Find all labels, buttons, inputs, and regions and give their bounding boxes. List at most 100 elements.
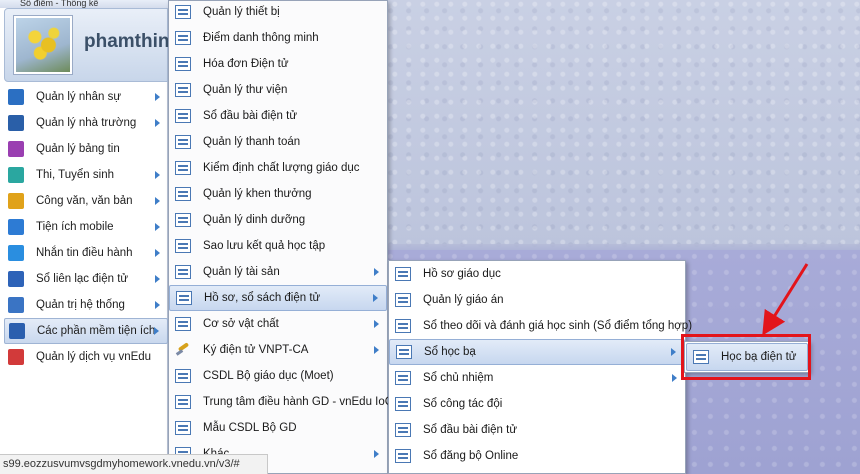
news-icon: [8, 141, 24, 157]
submenu1-item-8[interactable]: Quản lý dinh dưỡng: [169, 207, 387, 233]
nav-item-4[interactable]: Công văn, văn bản: [4, 188, 168, 214]
submenu1-item-12[interactable]: Cơ sở vật chất: [169, 311, 387, 337]
submenu2-item-4[interactable]: Sổ chủ nhiệm: [389, 365, 685, 391]
form-list-icon: [175, 5, 191, 19]
top-tab-strip: Số điểm - Thống kê: [0, 0, 168, 8]
nav-item-1[interactable]: Quản lý nhà trường: [4, 110, 168, 136]
submenu1-item-label: CSDL Bộ giáo dục (Moet): [203, 370, 334, 382]
submenu1-item-14[interactable]: CSDL Bộ giáo dục (Moet): [169, 363, 387, 389]
submenu-electronic-records: Hồ sơ giáo dục Quản lý giáo án Sổ theo dõi…: [388, 260, 692, 474]
nav-item-label: Tiện ích mobile: [36, 221, 114, 233]
nav-item-2[interactable]: Quản lý bảng tin: [4, 136, 168, 162]
submenu1-item-0[interactable]: Quản lý thiết bị: [169, 0, 387, 25]
chevron-right-icon: [671, 348, 676, 356]
nav-item-5[interactable]: Tiện ích mobile: [4, 214, 168, 240]
nav-item-label: Thi, Tuyển sinh: [36, 169, 114, 181]
submenu1-item-label: Kiểm định chất lượng giáo dục: [203, 162, 360, 174]
nav-item-label: Quản lý nhân sự: [36, 91, 122, 103]
submenu2-item-label: Sổ theo dõi và đánh giá học sinh (Sổ điể…: [423, 320, 693, 332]
browser-status-bar: s99.eozzusvumvsgdmyhomework.vnedu.vn/v3/…: [0, 454, 268, 474]
form-list-icon: [395, 267, 411, 281]
submenu1-item-label: Quản lý thiết bị: [203, 6, 280, 18]
chevron-right-icon: [374, 268, 379, 276]
service-icon: [8, 349, 24, 365]
chevron-right-icon: [155, 197, 160, 205]
annotation-highlight-box: [681, 334, 811, 380]
exam-icon: [8, 167, 24, 183]
mobile-icon: [8, 219, 24, 235]
submenu2-item-label: Quản lý giáo án: [423, 294, 504, 306]
form-list-icon: [175, 109, 191, 123]
nav-item-0[interactable]: Quản lý nhân sự: [4, 84, 168, 110]
submenu1-item-label: Điểm danh thông minh: [203, 32, 319, 44]
status-url: s99.eozzusvumvsgdmyhomework.vnedu.vn/v3/…: [3, 458, 240, 470]
submenu1-item-2[interactable]: Hóa đơn Điện tử: [169, 51, 387, 77]
submenu2-item-label: Sổ học bạ: [424, 346, 476, 358]
chevron-right-icon: [373, 294, 378, 302]
left-navigation-panel: Số điểm - Thống kê phamthin Quản lý nhân…: [0, 0, 169, 474]
form-list-icon: [396, 345, 412, 359]
chevron-right-icon: [155, 249, 160, 257]
chevron-right-icon: [155, 275, 160, 283]
submenu1-item-16[interactable]: Mẫu CSDL Bộ GD: [169, 415, 387, 441]
form-list-icon: [395, 423, 411, 437]
submenu1-item-3[interactable]: Quản lý thư viện: [169, 77, 387, 103]
submenu2-item-6[interactable]: Sổ đầu bài điện tử: [389, 417, 685, 443]
contact-book-icon: [8, 271, 24, 287]
submenu1-item-label: Quản lý thư viện: [203, 84, 288, 96]
chevron-right-icon: [155, 119, 160, 127]
submenu1-item-5[interactable]: Quản lý thanh toán: [169, 129, 387, 155]
nav-item-8[interactable]: Quản trị hệ thống: [4, 292, 168, 318]
form-list-icon: [175, 187, 191, 201]
nav-item-label: Quản lý nhà trường: [36, 117, 137, 129]
form-list-icon: [175, 239, 191, 253]
school-icon: [8, 115, 24, 131]
nav-item-label: Quản lý dịch vụ vnEdu: [36, 351, 152, 363]
form-list-icon: [175, 317, 191, 331]
form-list-icon: [175, 83, 191, 97]
submenu1-item-6[interactable]: Kiểm định chất lượng giáo dục: [169, 155, 387, 181]
submenu1-item-11[interactable]: Hồ sơ, sổ sách điện tử: [169, 285, 387, 311]
submenu2-item-2[interactable]: Sổ theo dõi và đánh giá học sinh (Sổ điể…: [389, 313, 692, 339]
submenu1-item-13[interactable]: Ký điện tử VNPT-CA: [169, 337, 387, 363]
gear-icon: [8, 297, 24, 313]
submenu2-item-label: Sổ đăng bộ Online: [423, 450, 519, 462]
document-icon: [8, 193, 24, 209]
submenu2-item-0[interactable]: Hồ sơ giáo dục: [389, 261, 685, 287]
submenu2-item-7[interactable]: Sổ đăng bộ Online: [389, 443, 685, 469]
submenu2-item-1[interactable]: Quản lý giáo án: [389, 287, 685, 313]
message-icon: [8, 245, 24, 261]
submenu1-item-10[interactable]: Quản lý tài sản: [169, 259, 387, 285]
form-list-icon: [175, 369, 191, 383]
submenu1-item-7[interactable]: Quản lý khen thưởng: [169, 181, 387, 207]
chevron-right-icon: [155, 223, 160, 231]
chevron-right-icon: [154, 327, 159, 335]
pen-icon: [175, 343, 191, 357]
submenu1-item-9[interactable]: Sao lưu kết quả học tập: [169, 233, 387, 259]
submenu2-item-5[interactable]: Sổ công tác đội: [389, 391, 685, 417]
nav-item-10[interactable]: Quản lý dịch vụ vnEdu: [4, 344, 168, 370]
submenu1-item-label: Cơ sở vật chất: [203, 318, 279, 330]
nav-item-3[interactable]: Thi, Tuyển sinh: [4, 162, 168, 188]
main-nav-list: Quản lý nhân sự Quản lý nhà trường Quản lý…: [4, 84, 168, 370]
chevron-right-icon: [155, 301, 160, 309]
submenu2-item-3[interactable]: Sổ học bạ: [389, 339, 685, 365]
submenu1-item-4[interactable]: Sổ đầu bài điện tử: [169, 103, 387, 129]
form-list-icon: [175, 213, 191, 227]
chevron-right-icon: [155, 93, 160, 101]
submenu1-item-label: Quản lý khen thưởng: [203, 188, 312, 200]
form-list-icon: [175, 161, 191, 175]
nav-item-label: Nhắn tin điều hành: [36, 247, 133, 259]
submenu1-item-1[interactable]: Điểm danh thông minh: [169, 25, 387, 51]
username[interactable]: phamthin: [84, 31, 169, 53]
submenu1-item-15[interactable]: Trung tâm điều hành GD - vnEdu IoC: [169, 389, 393, 415]
submenu1-item-label: Sao lưu kết quả học tập: [203, 240, 326, 252]
chevron-right-icon: [374, 320, 379, 328]
submenu2-item-label: Sổ đầu bài điện tử: [423, 424, 518, 436]
submenu2-item-label: Sổ công tác đội: [423, 398, 503, 410]
submenu1-item-label: Hóa đơn Điện tử: [203, 58, 289, 70]
nav-item-7[interactable]: Sổ liên lạc điện tử: [4, 266, 168, 292]
nav-item-6[interactable]: Nhắn tin điều hành: [4, 240, 168, 266]
nav-item-9[interactable]: Các phần mềm tiện ích: [4, 318, 168, 344]
avatar[interactable]: [14, 16, 72, 74]
